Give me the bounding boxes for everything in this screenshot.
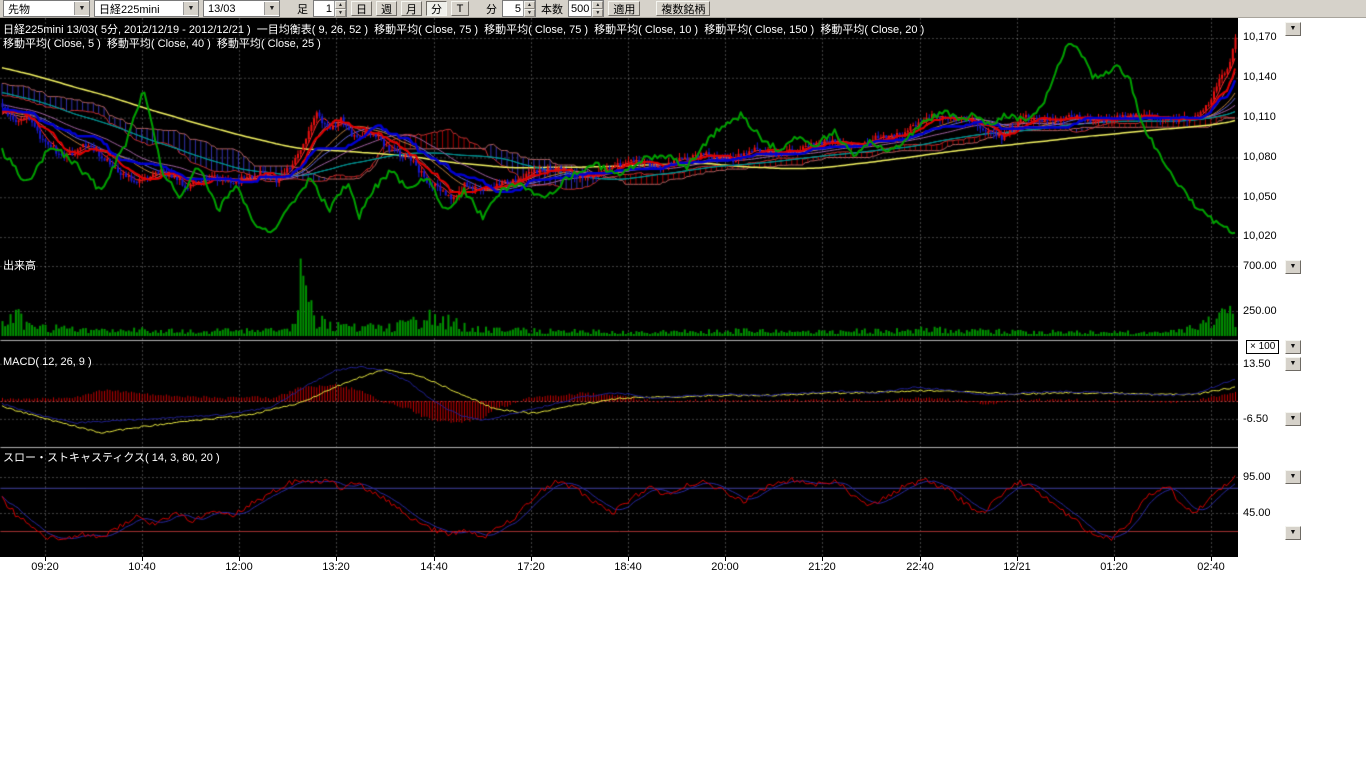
toolbar: 先物 ▼ 日経225mini ▼ 13/03 ▼ 足 1 ▲▼ 日 週 月 分 …: [0, 0, 1366, 18]
bar-type-label: 足: [296, 1, 309, 17]
time-tick-label: 10:40: [120, 561, 164, 573]
spinner-arrows-icon[interactable]: ▲▼: [334, 1, 346, 17]
time-tick-label: 12:00: [217, 561, 261, 573]
time-tick-label: 17:20: [509, 561, 553, 573]
stoch-tick-label: 95.00: [1243, 471, 1271, 483]
volume-scale-badge: × 100: [1246, 340, 1279, 354]
time-axis-line: [0, 556, 1238, 557]
bar-count-stepper[interactable]: 500 ▲▼: [568, 0, 604, 17]
time-tick-label: 02:40: [1189, 561, 1233, 573]
minute-label: 分: [485, 1, 498, 17]
instrument-type-select[interactable]: 先物 ▼: [3, 0, 90, 17]
macd-tick-label: -6.50: [1243, 413, 1268, 425]
time-tick-label: 18:40: [606, 561, 650, 573]
time-tick-label: 14:40: [412, 561, 456, 573]
time-tick-label: 09:20: [23, 561, 67, 573]
time-tick-label: 21:20: [800, 561, 844, 573]
scale-adjust-button[interactable]: ▼: [1285, 357, 1301, 371]
symbol-select[interactable]: 日経225mini ▼: [94, 0, 199, 17]
period-month-button[interactable]: 月: [401, 1, 422, 16]
time-tick-label: 20:00: [703, 561, 747, 573]
apply-button[interactable]: 適用: [608, 1, 640, 16]
time-tick-label: 12/21: [995, 561, 1039, 573]
scale-adjust-button[interactable]: ▼: [1285, 412, 1301, 426]
chevron-down-icon[interactable]: ▼: [74, 2, 89, 15]
minute-stepper[interactable]: 5 ▲▼: [502, 0, 536, 17]
scale-adjust-button[interactable]: ▼: [1285, 340, 1301, 354]
price-tick-label: 10,140: [1243, 71, 1277, 83]
time-tick-label: 13:20: [314, 561, 358, 573]
price-tick-label: 10,020: [1243, 230, 1277, 242]
volume-tick-label: 250.00: [1243, 305, 1277, 317]
scale-adjust-button[interactable]: ▼: [1285, 526, 1301, 540]
contract-month-select[interactable]: 13/03 ▼: [203, 0, 280, 17]
chevron-down-icon[interactable]: ▼: [264, 2, 279, 15]
minute-value: 5: [503, 3, 523, 15]
period-week-button[interactable]: 週: [376, 1, 397, 16]
spinner-arrows-icon[interactable]: ▲▼: [591, 1, 603, 17]
bar-count-value: 500: [569, 3, 591, 15]
scale-adjust-button[interactable]: ▼: [1285, 22, 1301, 36]
time-tick-label: 01:20: [1092, 561, 1136, 573]
period-minute-button[interactable]: 分: [426, 1, 447, 16]
stoch-tick-label: 45.00: [1243, 507, 1271, 519]
scale-adjust-button[interactable]: ▼: [1285, 260, 1301, 274]
time-tick-label: 22:40: [898, 561, 942, 573]
period-day-button[interactable]: 日: [351, 1, 372, 16]
bar-count-label: 本数: [540, 1, 564, 17]
price-tick-label: 10,170: [1243, 31, 1277, 43]
chart-canvas[interactable]: [0, 18, 1238, 556]
chevron-down-icon[interactable]: ▼: [183, 2, 198, 15]
price-tick-label: 10,080: [1243, 151, 1277, 163]
spinner-arrows-icon[interactable]: ▲▼: [523, 1, 535, 17]
period-tick-button[interactable]: T: [451, 1, 469, 16]
scale-adjust-button[interactable]: ▼: [1285, 470, 1301, 484]
volume-tick-label: 700.00: [1243, 260, 1277, 272]
price-tick-label: 10,050: [1243, 191, 1277, 203]
symbol-value: 日経225mini: [95, 1, 183, 17]
price-tick-label: 10,110: [1243, 111, 1276, 123]
contract-month-value: 13/03: [204, 3, 264, 15]
trading-chart-window: 先物 ▼ 日経225mini ▼ 13/03 ▼ 足 1 ▲▼ 日 週 月 分 …: [0, 0, 1366, 768]
multi-symbol-button[interactable]: 複数銘柄: [656, 1, 710, 16]
instrument-type-value: 先物: [4, 1, 74, 17]
macd-tick-label: 13.50: [1243, 358, 1271, 370]
bar-interval-stepper[interactable]: 1 ▲▼: [313, 0, 347, 17]
bar-interval-value: 1: [314, 3, 334, 15]
